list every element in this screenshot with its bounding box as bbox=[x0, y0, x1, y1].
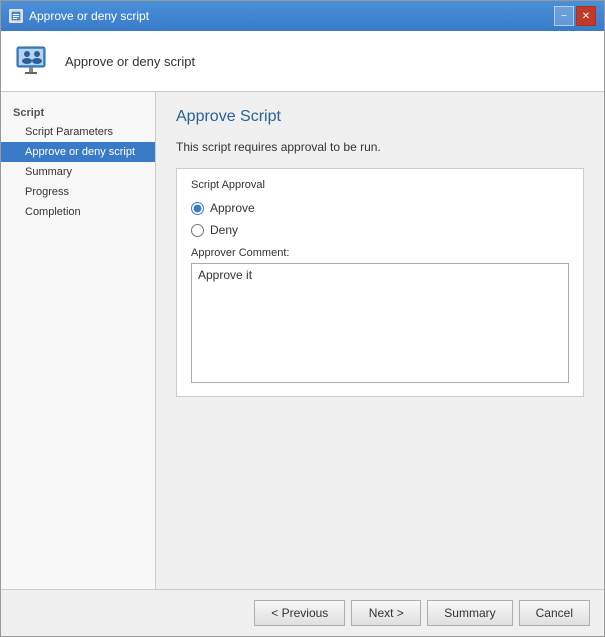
script-approval-group: Script Approval Approve Deny Approver Co… bbox=[176, 168, 584, 397]
cancel-button[interactable]: Cancel bbox=[519, 600, 590, 626]
title-bar-controls: − ✕ bbox=[554, 6, 596, 26]
description-text: This script requires approval to be run. bbox=[176, 140, 584, 154]
sidebar-item-approve-deny[interactable]: Approve or deny script bbox=[1, 142, 155, 162]
next-button[interactable]: Next > bbox=[351, 600, 421, 626]
approve-label: Approve bbox=[210, 201, 255, 215]
sidebar-item-summary[interactable]: Summary bbox=[1, 162, 155, 182]
approve-radio[interactable] bbox=[191, 202, 204, 215]
sidebar-item-progress[interactable]: Progress bbox=[1, 182, 155, 202]
sidebar-section-script: Script bbox=[1, 104, 155, 122]
main-window: Approve or deny script − ✕ Approve o bbox=[0, 0, 605, 637]
footer: < Previous Next > Summary Cancel bbox=[1, 589, 604, 636]
sidebar-item-script-parameters[interactable]: Script Parameters bbox=[1, 122, 155, 142]
minimize-button[interactable]: − bbox=[554, 6, 574, 26]
sidebar-item-completion[interactable]: Completion bbox=[1, 202, 155, 222]
header-icon bbox=[13, 41, 53, 81]
comment-label: Approver Comment: bbox=[191, 247, 569, 259]
content-title: Approve Script bbox=[176, 108, 584, 126]
group-box-title: Script Approval bbox=[191, 179, 569, 191]
main-content: Script Script Parameters Approve or deny… bbox=[1, 92, 604, 589]
window-icon bbox=[9, 9, 23, 23]
close-button[interactable]: ✕ bbox=[576, 6, 596, 26]
previous-button[interactable]: < Previous bbox=[254, 600, 345, 626]
summary-button[interactable]: Summary bbox=[427, 600, 512, 626]
content-area: Approve Script This script requires appr… bbox=[156, 92, 604, 589]
sidebar: Script Script Parameters Approve or deny… bbox=[1, 92, 156, 589]
approve-radio-option[interactable]: Approve bbox=[191, 201, 569, 215]
deny-radio[interactable] bbox=[191, 224, 204, 237]
window-title: Approve or deny script bbox=[29, 9, 149, 23]
header-title: Approve or deny script bbox=[65, 54, 195, 69]
title-bar: Approve or deny script − ✕ bbox=[1, 1, 604, 31]
title-bar-left: Approve or deny script bbox=[9, 9, 149, 23]
deny-label: Deny bbox=[210, 223, 238, 237]
header-section: Approve or deny script bbox=[1, 31, 604, 92]
deny-radio-option[interactable]: Deny bbox=[191, 223, 569, 237]
comment-textarea[interactable]: Approve it bbox=[191, 263, 569, 383]
